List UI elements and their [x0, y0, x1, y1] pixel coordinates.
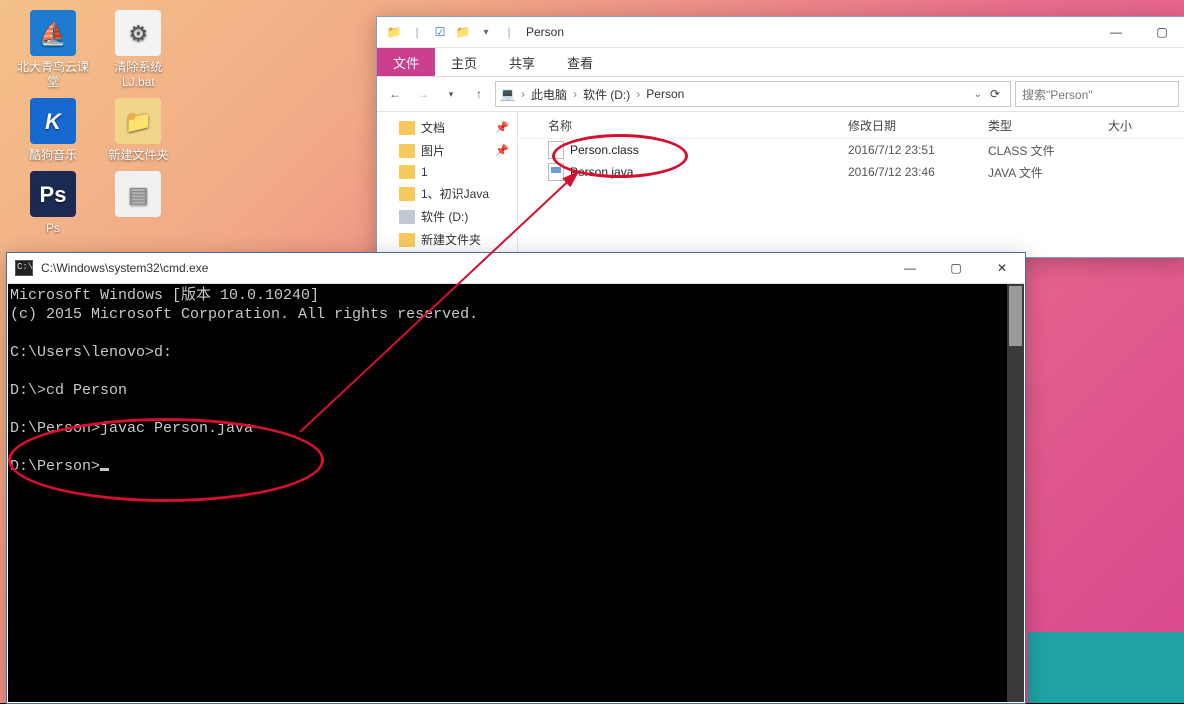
term-line: Microsoft Windows [版本 10.0.10240] — [10, 287, 319, 304]
folder-small-icon: 📁 — [452, 21, 474, 43]
folder-icon — [399, 121, 415, 135]
scrollbar[interactable] — [1007, 284, 1024, 702]
recent-dropdown[interactable]: ▾ — [439, 82, 463, 106]
pc-icon: 💻 — [500, 87, 515, 101]
cursor — [100, 468, 109, 471]
tab-file[interactable]: 文件 — [377, 48, 435, 76]
folder-icon — [399, 144, 415, 158]
desktop-icon-grid: ⛵北大青鸟云课堂 ⚙清除系统LJ.bat K酷狗音乐 📁新建文件夹 PsPs ▤ — [12, 6, 192, 240]
file-row[interactable]: Person.class 2016/7/12 23:51 CLASS 文件 — [518, 139, 1184, 161]
chevron-right-icon[interactable]: › — [634, 87, 642, 101]
file-date: 2016/7/12 23:51 — [848, 143, 988, 157]
cmd-titlebar[interactable]: C:\Windows\system32\cmd.exe — ▢ ✕ — [7, 253, 1025, 284]
explorer-window[interactable]: 📁 | ☑ 📁 ▾ | Person — ▢ 文件 主页 共享 查看 ← → ▾… — [376, 16, 1184, 258]
tab-view[interactable]: 查看 — [551, 48, 609, 76]
breadcrumb-segment[interactable]: 此电脑 — [531, 86, 567, 103]
col-date[interactable]: 修改日期 — [848, 117, 988, 134]
up-button[interactable]: ↑ — [467, 82, 491, 106]
maximize-button[interactable]: ▢ — [1139, 17, 1184, 47]
folder-icon — [399, 165, 415, 179]
file-row[interactable]: Person.java 2016/7/12 23:46 JAVA 文件 — [518, 161, 1184, 183]
tab-share[interactable]: 共享 — [493, 48, 551, 76]
breadcrumb-segment[interactable]: Person — [646, 87, 684, 101]
scrollbar-thumb[interactable] — [1009, 286, 1022, 346]
navigation-pane[interactable]: 文档📌 图片📌 1 1、初识Java 软件 (D:) 新建文件夹 — [377, 112, 518, 260]
explorer-titlebar[interactable]: 📁 | ☑ 📁 ▾ | Person — ▢ — [377, 17, 1184, 48]
quick-access-toolbar: 📁 | ☑ 📁 ▾ | — [377, 21, 520, 43]
tree-item[interactable]: 1、初识Java — [377, 182, 517, 205]
minimize-button[interactable]: — — [887, 253, 933, 283]
back-button[interactable]: ← — [383, 82, 407, 106]
tree-item[interactable]: 文档📌 — [377, 116, 517, 139]
file-type: CLASS 文件 — [988, 142, 1108, 159]
chevron-right-icon[interactable]: › — [571, 87, 579, 101]
tab-home[interactable]: 主页 — [435, 48, 493, 76]
file-list[interactable]: 名称 修改日期 类型 大小 Person.class 2016/7/12 23:… — [518, 112, 1184, 260]
col-name[interactable]: 名称 — [518, 117, 848, 134]
close-button[interactable]: ✕ — [979, 253, 1025, 283]
desktop-icon[interactable]: 📁新建文件夹 — [99, 98, 177, 163]
window-title: Person — [520, 25, 564, 39]
chevron-right-icon[interactable]: › — [519, 87, 527, 101]
cmd-icon — [15, 260, 33, 276]
folder-icon — [399, 187, 415, 201]
minimize-button[interactable]: — — [1093, 17, 1139, 47]
desktop-icon[interactable]: PsPs — [14, 171, 92, 236]
term-line: D:\>cd Person — [10, 382, 127, 399]
qat-separator: | — [498, 21, 520, 43]
pin-icon: 📌 — [495, 121, 509, 134]
col-type[interactable]: 类型 — [988, 117, 1108, 134]
column-headers[interactable]: 名称 修改日期 类型 大小 — [518, 112, 1184, 139]
term-line: (c) 2015 Microsoft Corporation. All righ… — [10, 306, 478, 323]
pin-icon: 📌 — [495, 144, 509, 157]
taskbar-fragment — [1028, 632, 1184, 703]
terminal-output[interactable]: Microsoft Windows [版本 10.0.10240] (c) 20… — [8, 284, 1024, 702]
tree-item[interactable]: 图片📌 — [377, 139, 517, 162]
forward-button[interactable]: → — [411, 82, 435, 106]
properties-icon[interactable]: ☑ — [429, 21, 451, 43]
tree-item[interactable]: 新建文件夹 — [377, 228, 517, 251]
col-size[interactable]: 大小 — [1108, 117, 1168, 134]
desktop-icon[interactable]: ⚙清除系统LJ.bat — [99, 10, 177, 90]
cmd-window[interactable]: C:\Windows\system32\cmd.exe — ▢ ✕ Micros… — [6, 252, 1026, 704]
desktop-icon[interactable]: K酷狗音乐 — [14, 98, 92, 163]
term-line: C:\Users\lenovo>d: — [10, 344, 172, 361]
breadcrumb-segment[interactable]: 软件 (D:) — [583, 86, 630, 103]
address-dropdown-icon[interactable]: ⌄ — [974, 89, 982, 100]
file-date: 2016/7/12 23:46 — [848, 165, 988, 179]
ribbon-tabs: 文件 主页 共享 查看 — [377, 48, 1184, 77]
refresh-icon[interactable]: ⟳ — [984, 87, 1006, 101]
file-name: Person.java — [570, 165, 633, 179]
search-input[interactable]: 搜索"Person" — [1015, 81, 1179, 107]
folder-icon: 📁 — [383, 21, 405, 43]
term-line: D:\Person>javac Person.java — [10, 420, 253, 437]
desktop[interactable]: ⛵北大青鸟云课堂 ⚙清除系统LJ.bat K酷狗音乐 📁新建文件夹 PsPs ▤… — [0, 0, 1184, 703]
desktop-icon[interactable]: ▤ — [99, 171, 177, 221]
folder-icon — [399, 233, 415, 247]
tree-item-drive[interactable]: 软件 (D:) — [377, 205, 517, 228]
file-type: JAVA 文件 — [988, 164, 1108, 181]
cmd-title: C:\Windows\system32\cmd.exe — [41, 261, 208, 275]
file-icon — [548, 141, 564, 159]
qat-separator: | — [406, 21, 428, 43]
term-line: D:\Person> — [10, 458, 100, 475]
address-bar[interactable]: 💻 › 此电脑 › 软件 (D:) › Person ⌄ ⟳ — [495, 81, 1011, 107]
tree-item[interactable]: 1 — [377, 162, 517, 182]
qat-dropdown-icon[interactable]: ▾ — [475, 21, 497, 43]
explorer-navbar: ← → ▾ ↑ 💻 › 此电脑 › 软件 (D:) › Person ⌄ ⟳ 搜… — [377, 77, 1184, 112]
java-file-icon — [548, 163, 564, 181]
desktop-icon[interactable]: ⛵北大青鸟云课堂 — [14, 10, 92, 90]
drive-icon — [399, 210, 415, 224]
file-name: Person.class — [570, 143, 639, 157]
maximize-button[interactable]: ▢ — [933, 253, 979, 283]
search-placeholder: 搜索"Person" — [1022, 86, 1093, 103]
